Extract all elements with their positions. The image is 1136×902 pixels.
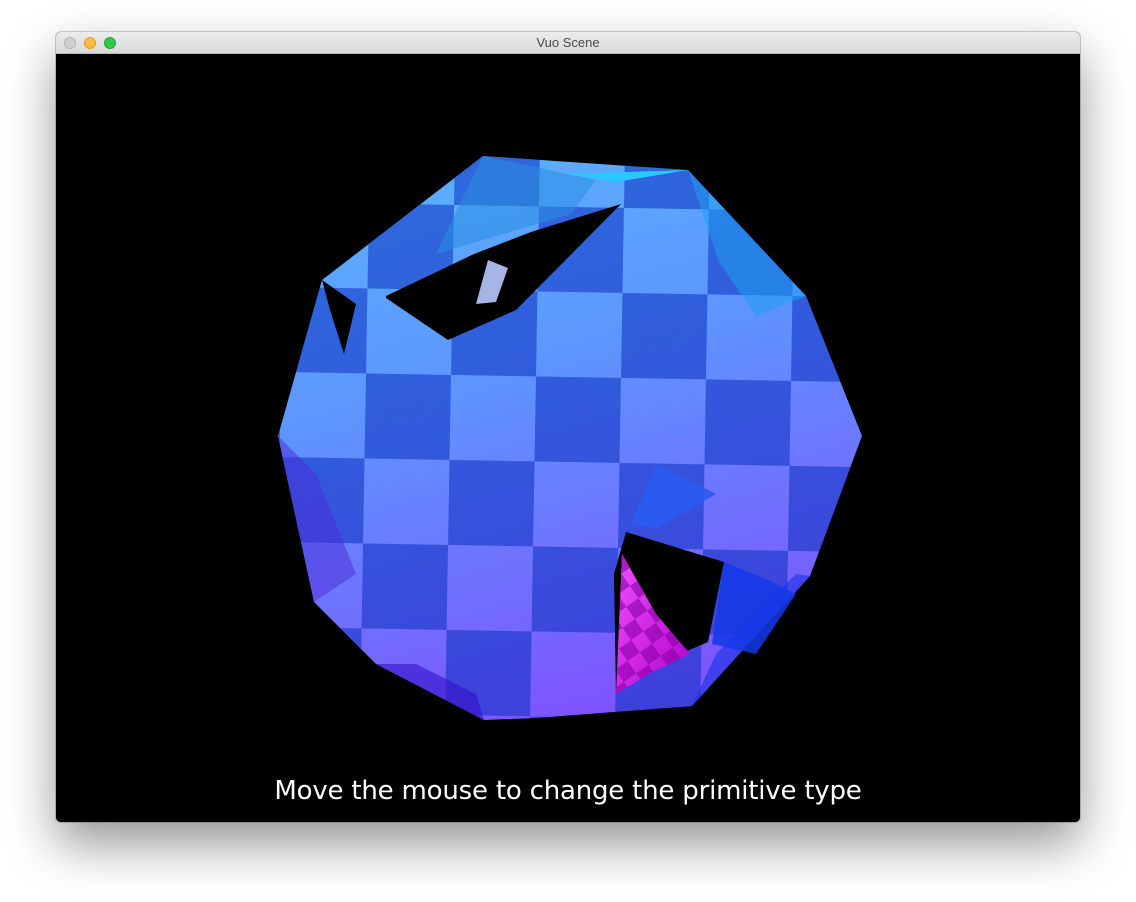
instruction-caption: Move the mouse to change the primitive t… bbox=[274, 776, 862, 806]
scene-canvas[interactable]: Move the mouse to change the primitive t… bbox=[56, 54, 1080, 822]
title-bar[interactable]: Vuo Scene bbox=[56, 32, 1080, 54]
sphere-render bbox=[278, 156, 862, 720]
app-window: Vuo Scene Move the mouse to change the p… bbox=[56, 32, 1080, 822]
window-title: Vuo Scene bbox=[536, 35, 600, 50]
